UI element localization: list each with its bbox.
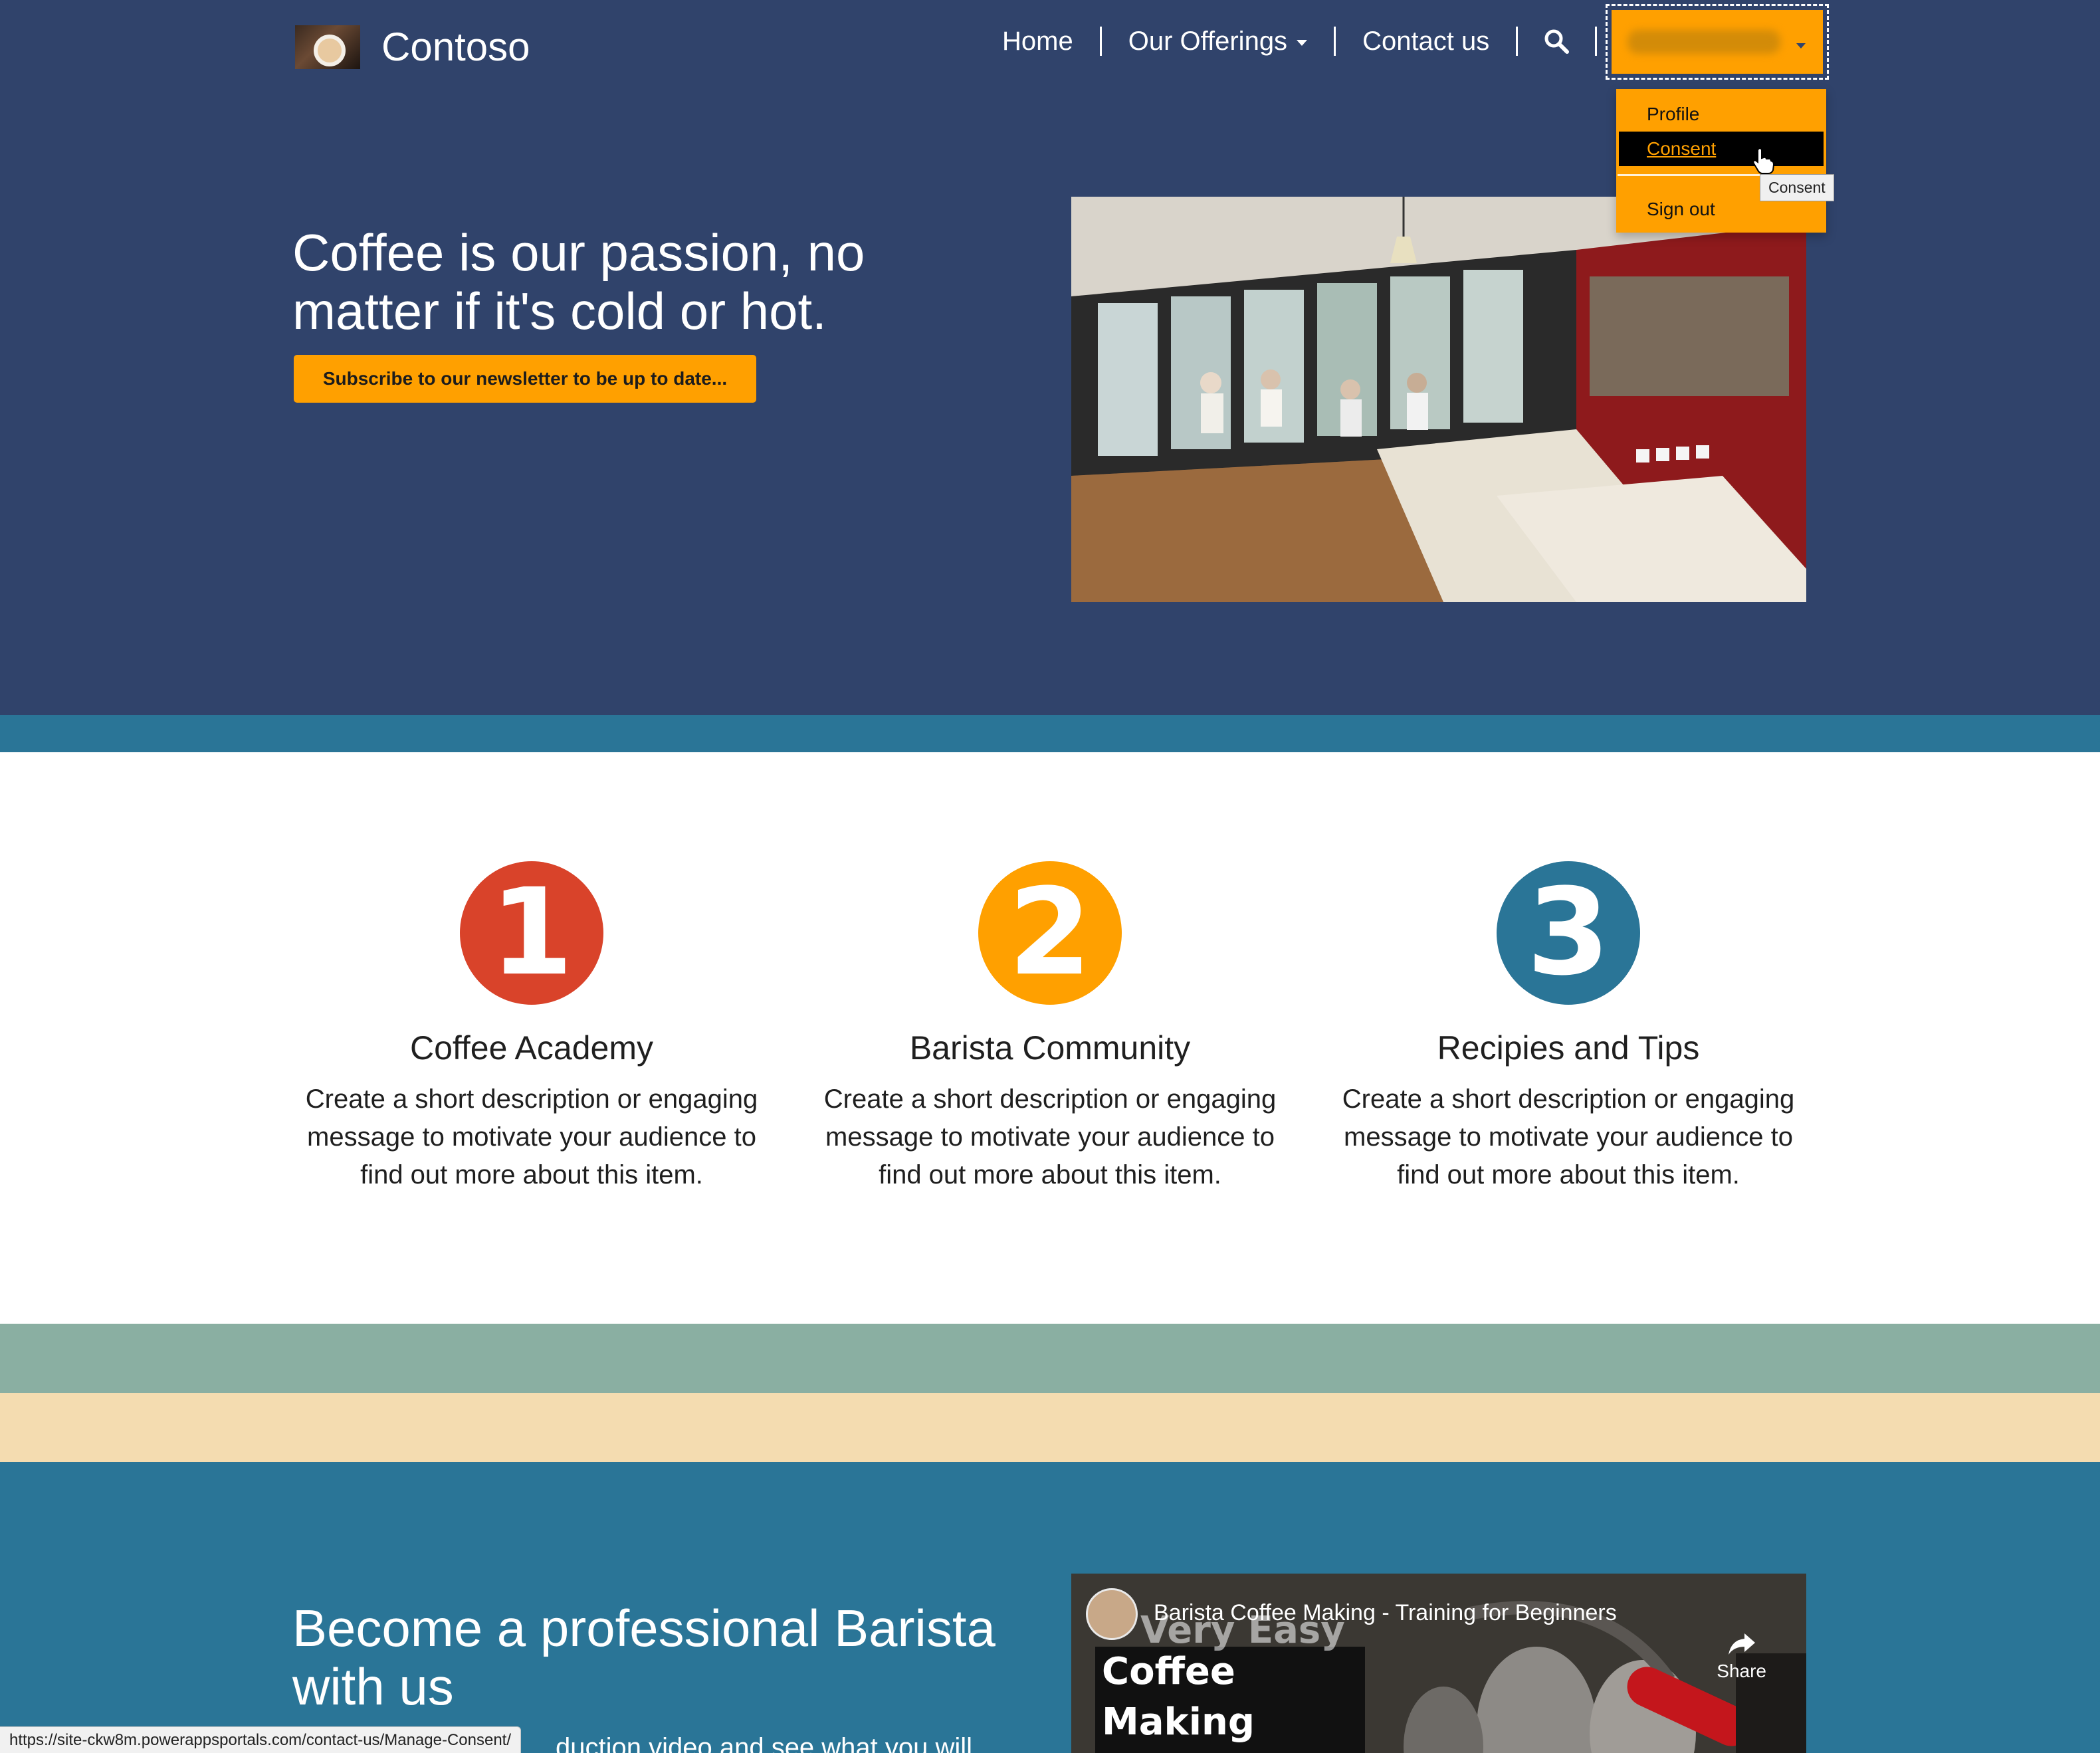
feature-card: 1 Coffee Academy Create a short descript… [299, 861, 764, 1194]
subscribe-newsletter-button[interactable]: Subscribe to our newsletter to be up to … [294, 355, 756, 403]
feature-description: Create a short description or engaging m… [305, 1084, 758, 1189]
barista-intro-text: duction video and see what you will [556, 1733, 973, 1753]
brand[interactable]: Contoso [295, 24, 530, 70]
nav-our-offerings[interactable]: Our Offerings [1102, 20, 1334, 62]
main-nav: Home Our Offerings Contact us [976, 20, 1598, 62]
user-name-redacted [1628, 30, 1780, 54]
share-button[interactable]: Share [1717, 1632, 1766, 1682]
sage-divider-band [0, 1324, 2100, 1393]
feature-title: Barista Community [909, 1029, 1191, 1067]
nav-separator [1595, 27, 1598, 56]
status-bar-url: https://site-ckw8m.powerappsportals.com/… [0, 1726, 522, 1753]
features-section: 1 Coffee Academy Create a short descript… [0, 752, 2100, 1324]
nav-contact-us[interactable]: Contact us [1336, 20, 1516, 62]
consent-tooltip: Consent [1760, 174, 1834, 201]
nav-our-offerings-label: Our Offerings [1128, 26, 1288, 56]
user-menu-button[interactable] [1606, 4, 1829, 80]
cream-divider-band [0, 1393, 2100, 1462]
feature-card: 2 Barista Community Create a short descr… [817, 861, 1283, 1194]
hand-pointer-icon [1752, 148, 1775, 177]
menu-item-consent[interactable]: Consent [1619, 132, 1824, 166]
chevron-down-icon [1796, 43, 1806, 49]
video-player[interactable]: Very Easy Coffee Making Tutorial Barista… [1071, 1574, 1806, 1753]
user-dropdown-menu: Profile Consent Sign out [1616, 89, 1826, 233]
video-title[interactable]: Barista Coffee Making - Training for Beg… [1154, 1600, 1617, 1626]
barista-title: Become a professional Barista with us [292, 1599, 996, 1716]
feature-title: Coffee Academy [410, 1029, 653, 1067]
video-caption-line2: Tutorial [1102, 1748, 1365, 1753]
brand-name[interactable]: Contoso [381, 24, 530, 70]
hero-cafe-photo [1071, 197, 1806, 602]
chevron-down-icon [1297, 39, 1308, 46]
search-icon[interactable] [1518, 20, 1595, 62]
brand-logo[interactable] [295, 25, 360, 69]
feature-title: Recipies and Tips [1437, 1029, 1700, 1067]
number-badge: 1 [460, 861, 603, 1005]
barista-section: Become a professional Barista with us du… [0, 1462, 2100, 1753]
feature-description: Create a short description or engaging m… [1342, 1084, 1795, 1189]
menu-item-profile[interactable]: Profile [1616, 97, 1826, 132]
feature-card: 3 Recipies and Tips Create a short descr… [1336, 861, 1801, 1194]
feature-description: Create a short description or engaging m… [823, 1084, 1277, 1189]
share-label: Share [1717, 1661, 1766, 1681]
nav-home[interactable]: Home [976, 20, 1100, 62]
video-caption-line1: Coffee Making [1102, 1650, 1255, 1744]
number-badge: 3 [1497, 861, 1640, 1005]
video-thumbnail-caption: Very Easy Coffee Making Tutorial [1095, 1609, 1365, 1753]
teal-divider-band [0, 715, 2100, 752]
share-icon [1728, 1633, 1755, 1655]
hero-title: Coffee is our passion, no matter if it's… [292, 223, 865, 340]
number-badge: 2 [978, 861, 1122, 1005]
channel-avatar[interactable] [1086, 1588, 1138, 1640]
